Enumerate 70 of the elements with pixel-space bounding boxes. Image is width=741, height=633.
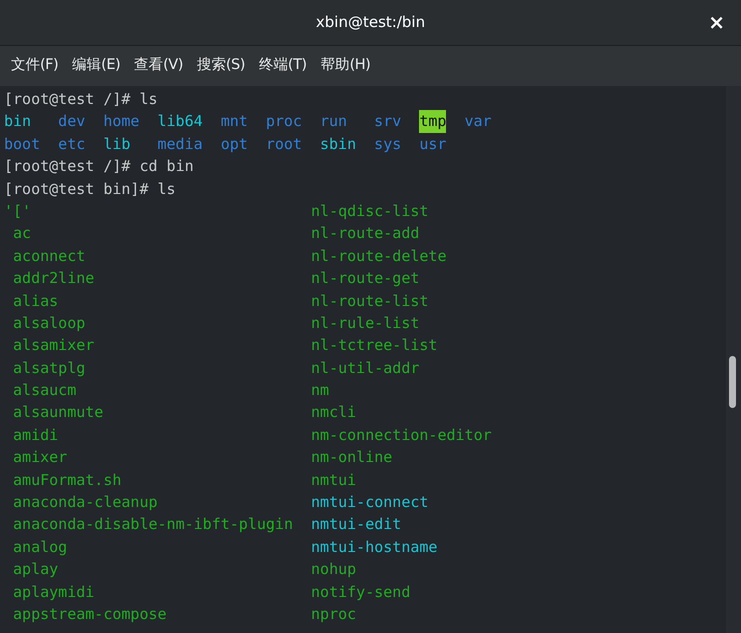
file-name: nl-tctree-list <box>311 335 438 356</box>
directory-name: usr <box>419 134 446 155</box>
directory-name: dev <box>58 111 86 132</box>
link-name: nmtui-connect <box>311 492 428 514</box>
file-name: alsaloop <box>12 312 86 334</box>
file-name: alsamixer <box>12 335 94 356</box>
scrollbar-track[interactable] <box>726 86 741 633</box>
menu-item[interactable]: 查看(V) <box>127 55 190 77</box>
menu-item[interactable]: 终端(T) <box>252 55 314 77</box>
file-name: nm-online <box>311 447 392 468</box>
link-name: nmtui-hostname <box>311 536 438 558</box>
directory-name: mnt <box>220 111 248 132</box>
directory-name: etc <box>58 134 86 155</box>
menu-item[interactable]: 搜索(S) <box>190 55 252 77</box>
file-name: aplay <box>12 559 58 580</box>
directory-name: tmp <box>419 110 446 133</box>
file-name: nl-rule-list <box>311 312 420 334</box>
command-line: [root@test bin]# ls <box>4 178 176 200</box>
file-name: nm-connection-editor <box>311 424 492 446</box>
file-name: alias <box>12 290 58 312</box>
directory-name: opt <box>220 134 248 155</box>
directory-name: srv <box>374 111 402 132</box>
menu-item[interactable]: 编辑(E) <box>65 55 128 77</box>
file-name: ac <box>12 223 32 244</box>
file-name: amixer <box>12 447 68 468</box>
link-name: sbin <box>320 134 356 155</box>
command-line: [root@test /]# ls <box>4 89 158 110</box>
file-name: aconnect <box>12 246 86 267</box>
file-name: amidi <box>12 424 58 446</box>
file-name: nm <box>311 380 330 402</box>
file-name: appstream-compose <box>12 604 167 625</box>
menu-item[interactable]: 帮助(H) <box>314 55 378 77</box>
link-name: nmtui-edit <box>311 514 402 536</box>
file-name: nl-route-delete <box>311 246 446 267</box>
file-name: analog <box>12 536 68 558</box>
window-title: xbin@test:/bin <box>316 12 426 34</box>
file-name: amuFormat.sh <box>12 470 122 491</box>
file-name: alsaunmute <box>12 402 104 424</box>
file-name: notify-send <box>311 582 410 603</box>
file-name: nl-route-get <box>311 268 420 290</box>
directory-name: media <box>157 134 203 155</box>
file-name: nohup <box>311 559 356 580</box>
file-name: alsaucm <box>12 380 76 402</box>
file-name: nl-route-add <box>311 223 420 244</box>
file-name: nl-route-list <box>311 290 428 312</box>
file-name: anaconda-cleanup <box>12 492 158 514</box>
directory-name: var <box>464 111 492 132</box>
link-name: lib64 <box>157 111 203 132</box>
file-name: anaconda-disable-nm-ibft-plugin <box>12 514 293 536</box>
directory-name: run <box>320 111 348 132</box>
link-name: lib <box>103 134 130 155</box>
scrollbar-thumb[interactable] <box>729 356 736 408</box>
close-button[interactable]: × <box>704 10 729 34</box>
directory-name: sys <box>374 134 402 155</box>
file-name: nmcli <box>311 402 356 424</box>
directory-name: proc <box>266 111 302 132</box>
command-line: [root@test /]# cd bin <box>4 156 194 178</box>
menu-item[interactable]: 文件(F) <box>4 55 66 77</box>
file-name: '[' <box>4 200 32 222</box>
file-name: addr2line <box>12 268 94 290</box>
file-name: nmtui <box>311 470 356 491</box>
directory-name: boot <box>4 134 40 155</box>
file-name: aplaymidi <box>12 582 94 603</box>
file-name: nl-util-addr <box>311 358 420 379</box>
file-name: nproc <box>311 604 356 625</box>
file-name: nl-qdisc-list <box>311 200 428 222</box>
directory-name: home <box>103 111 140 132</box>
file-name: alsatplg <box>12 358 86 379</box>
link-name: bin <box>4 111 32 132</box>
directory-name: root <box>266 134 302 155</box>
